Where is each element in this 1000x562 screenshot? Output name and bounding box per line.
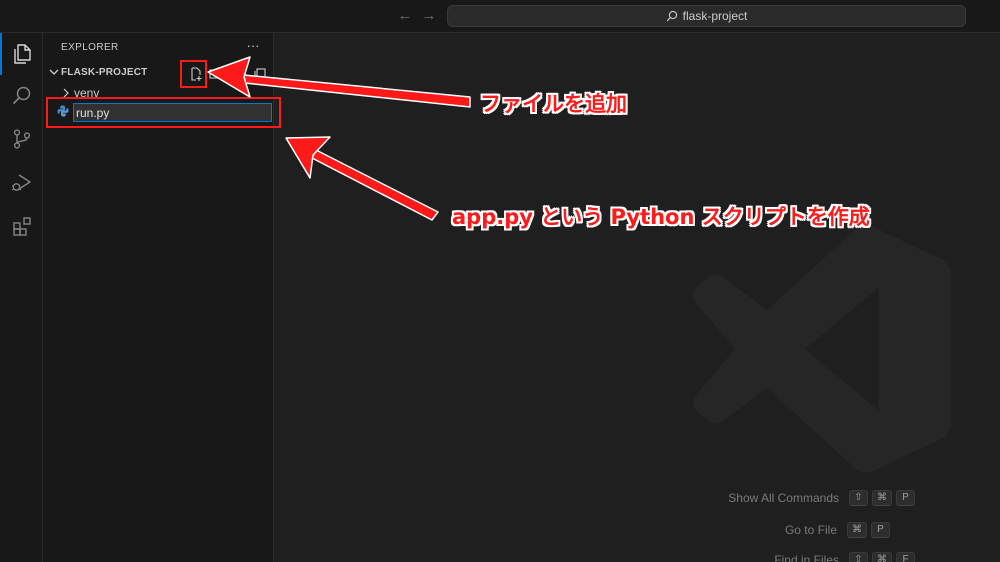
keycap: ⇧: [849, 490, 868, 506]
refresh-icon[interactable]: [229, 65, 247, 83]
shortcut-label: Go to File: [784, 523, 837, 537]
activity-bar: [0, 33, 43, 562]
shortcut-label: Find in Files: [774, 553, 839, 562]
shortcut-find-in-files[interactable]: Find in Files ⇧ ⌘ F: [774, 551, 915, 562]
explorer-icon[interactable]: [0, 33, 43, 75]
search-icon[interactable]: [0, 75, 43, 117]
keycap: P: [871, 522, 890, 538]
shortcut-show-all-commands[interactable]: Show All Commands ⇧ ⌘ P: [728, 489, 915, 507]
tree-item-label: venv: [74, 86, 100, 100]
arrow-left-icon[interactable]: ←: [396, 7, 414, 25]
chevron-right-icon: [63, 88, 69, 98]
keycap: ⌘: [872, 552, 892, 562]
project-title: FLASK-PROJECT: [61, 67, 148, 78]
command-center-text: flask-project: [682, 9, 748, 23]
chevron-down-icon: [49, 69, 59, 75]
collapse-all-icon[interactable]: [251, 65, 269, 83]
python-file-icon: [57, 105, 69, 117]
new-folder-icon[interactable]: [207, 65, 225, 83]
tree-folder-venv[interactable]: venv: [43, 83, 274, 103]
search-icon: [666, 10, 677, 22]
extensions-icon[interactable]: [0, 205, 43, 247]
sidebar-title: EXPLORER: [61, 42, 119, 53]
keycap: F: [896, 552, 915, 562]
source-control-icon[interactable]: [0, 118, 43, 160]
new-file-name-input[interactable]: [73, 103, 272, 122]
keycap: ⌘: [872, 490, 892, 506]
keycap: P: [896, 490, 915, 506]
arrow-right-icon[interactable]: →: [420, 7, 438, 25]
explorer-sidebar: EXPLORER ··· FLASK-PROJECT venv run.py: [43, 33, 274, 562]
keycap: ⌘: [847, 522, 867, 538]
command-center-search[interactable]: flask-project: [447, 5, 966, 27]
title-bar: ← → flask-project: [0, 0, 1000, 33]
project-section-header[interactable]: FLASK-PROJECT: [43, 63, 274, 83]
run-debug-icon[interactable]: [0, 162, 43, 204]
keycap: ⇧: [849, 552, 868, 562]
shortcut-label: Show All Commands: [728, 491, 839, 505]
shortcut-go-to-file[interactable]: Go to File ⌘ P: [785, 521, 890, 539]
shortcut-hints: Show All Commands ⇧ ⌘ P Go to File ⌘ P F…: [275, 33, 1000, 562]
new-file-icon[interactable]: [187, 65, 205, 83]
editor-area: Show All Commands ⇧ ⌘ P Go to File ⌘ P F…: [275, 33, 1000, 562]
more-actions-icon[interactable]: ···: [243, 36, 263, 56]
